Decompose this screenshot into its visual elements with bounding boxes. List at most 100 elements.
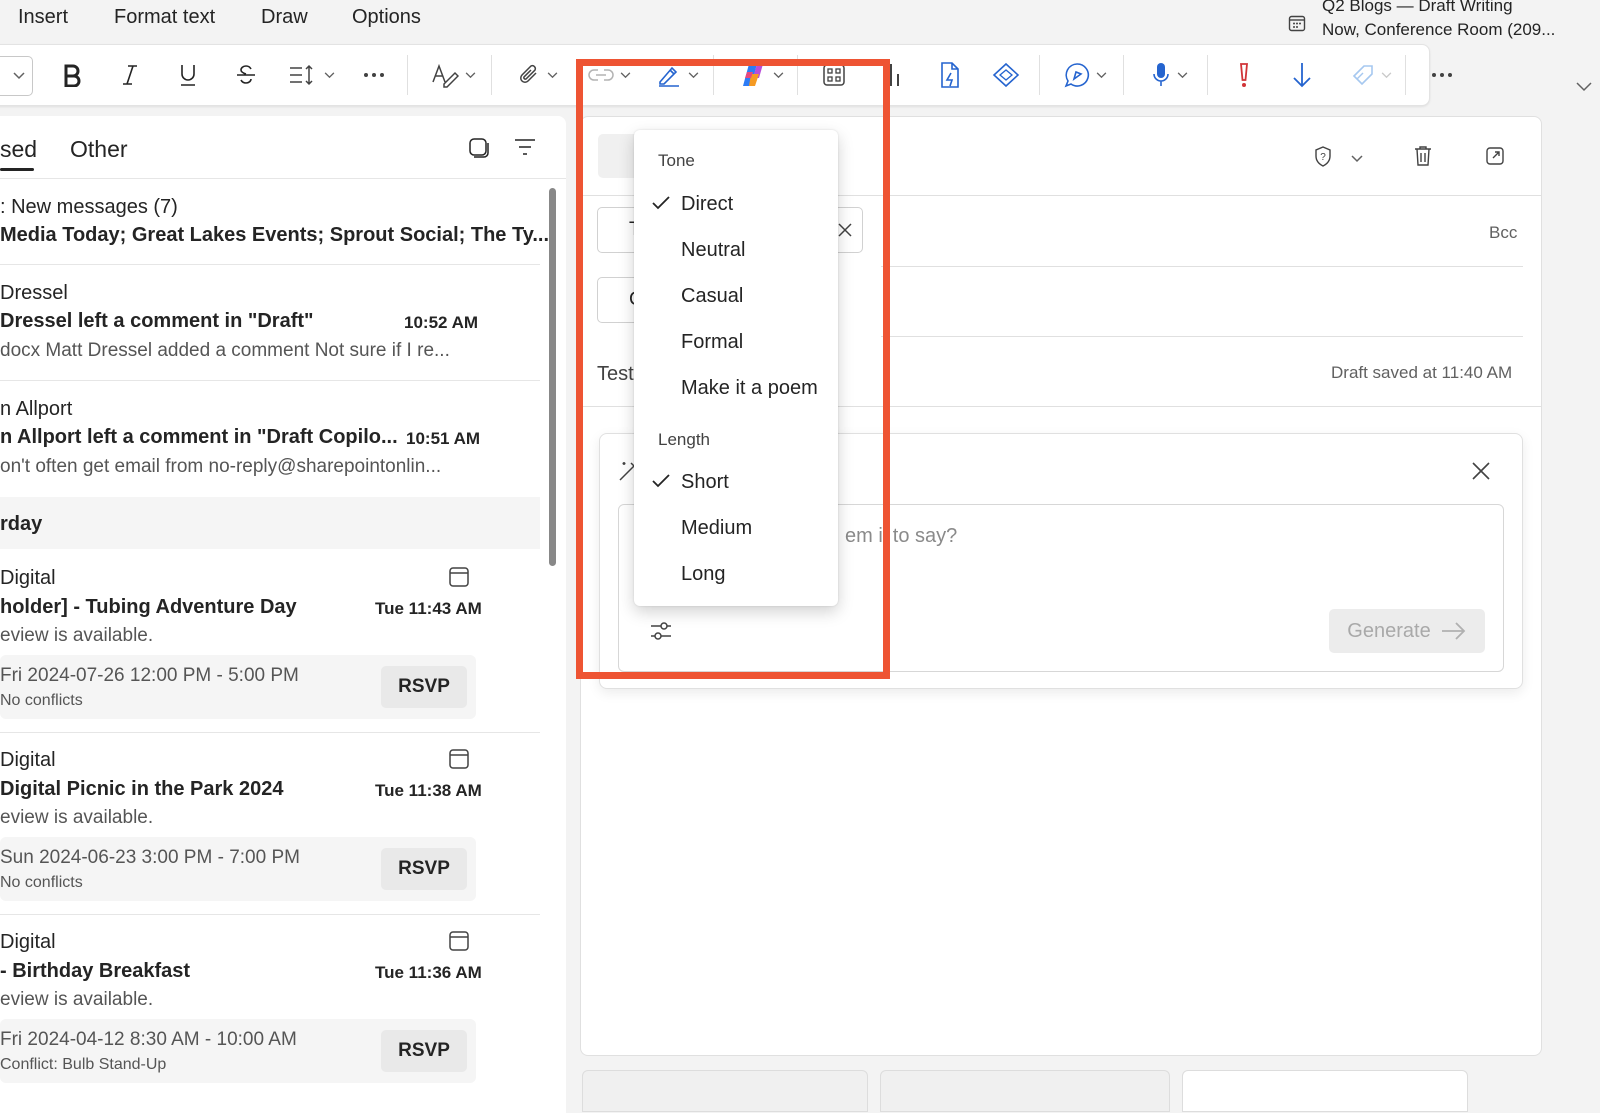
ribbon-divider xyxy=(491,55,492,95)
editor-button[interactable] xyxy=(427,59,479,91)
tone-header: Tone xyxy=(658,151,695,170)
length-option-long[interactable]: Long xyxy=(634,553,838,597)
low-importance-button[interactable] xyxy=(1287,59,1317,91)
tone-option-poem[interactable]: Make it a poem xyxy=(634,367,838,411)
message-time: 10:51 AM xyxy=(406,429,481,448)
list-item[interactable]: Dressel Dressel left a comment in "Draft… xyxy=(0,265,540,381)
signature-button[interactable] xyxy=(651,59,703,91)
viva-button[interactable] xyxy=(991,59,1021,91)
tone-option-label: Formal xyxy=(681,331,744,353)
font-size-dropdown[interactable] xyxy=(0,56,33,96)
event-time: Sun 2024-06-23 3:00 PM - 7:00 PM xyxy=(0,847,300,868)
copilot-icon xyxy=(742,64,763,86)
document-lightning-icon xyxy=(941,62,959,88)
chevron-down-icon xyxy=(620,71,630,78)
insert-link-button[interactable] xyxy=(583,59,635,91)
poll-button[interactable] xyxy=(877,59,907,91)
close-icon[interactable] xyxy=(1472,462,1490,480)
shield-icon[interactable]: ? xyxy=(1313,145,1333,167)
italic-button[interactable] xyxy=(115,59,145,91)
tone-option-direct[interactable]: Direct xyxy=(634,183,838,227)
rsvp-button[interactable]: RSVP xyxy=(381,848,467,890)
more-format-button[interactable] xyxy=(359,59,389,91)
message-sender: n Allport xyxy=(0,398,73,420)
underline-icon xyxy=(181,65,195,86)
message-preview: eview is available. xyxy=(0,625,154,646)
tab-other[interactable]: Other xyxy=(70,136,128,163)
signature-pen-icon xyxy=(658,66,679,87)
select-mode-icon[interactable] xyxy=(468,137,490,159)
menu-format-text[interactable]: Format text xyxy=(114,6,215,29)
message-sender: Digital xyxy=(0,931,56,953)
list-item[interactable]: : New messages (7) Media Today; Great La… xyxy=(0,179,549,265)
attach-file-button[interactable] xyxy=(511,59,563,91)
calendar-event-icon xyxy=(449,567,469,587)
scrollbar[interactable] xyxy=(549,188,556,566)
length-option-short[interactable]: Short xyxy=(634,461,838,505)
tone-length-menu: Tone Direct Neutral Casual Formal Make i… xyxy=(634,130,838,606)
filter-icon[interactable] xyxy=(514,138,536,156)
loop-component-button[interactable] xyxy=(935,59,965,91)
chevron-down-icon xyxy=(1381,71,1391,78)
menu-options[interactable]: Options xyxy=(352,6,421,29)
tone-option-neutral[interactable]: Neutral xyxy=(634,229,838,273)
message-preview: on't often get email from no-reply@share… xyxy=(0,456,442,477)
length-option-medium[interactable]: Medium xyxy=(634,507,838,551)
tone-option-label: Casual xyxy=(681,285,744,307)
strikethrough-button[interactable] xyxy=(231,59,261,91)
rsvp-button[interactable]: RSVP xyxy=(381,1030,467,1072)
tab-focused[interactable]: sed xyxy=(0,136,37,163)
adjust-sliders-icon[interactable] xyxy=(649,619,673,643)
more-options-button[interactable] xyxy=(1427,59,1457,91)
list-item[interactable]: Digital holder] - Tubing Adventure Day T… xyxy=(0,551,540,733)
viva-diamond-icon xyxy=(992,62,1020,88)
rsvp-button[interactable]: RSVP xyxy=(381,666,467,708)
delete-icon[interactable] xyxy=(1413,145,1433,167)
message-preview: eview is available. xyxy=(0,989,154,1010)
event-time: Fri 2024-07-26 12:00 PM - 5:00 PM xyxy=(0,665,299,686)
generate-button[interactable]: Generate xyxy=(1329,609,1485,653)
tone-option-label: Make it a poem xyxy=(681,377,818,399)
sensitivity-button[interactable] xyxy=(1345,59,1397,91)
list-item[interactable]: Digital Digital Picnic in the Park 2024 … xyxy=(0,733,540,915)
chevron-down-icon[interactable] xyxy=(1576,82,1592,92)
menu-draw[interactable]: Draw xyxy=(261,6,308,29)
menu-insert[interactable]: Insert xyxy=(18,6,68,29)
chevron-down-icon[interactable] xyxy=(1351,155,1363,163)
high-importance-button[interactable] xyxy=(1229,59,1259,91)
subject-field[interactable]: Test xyxy=(597,363,634,386)
chat-bubble-icon xyxy=(1064,63,1089,88)
event-conflict: Conflict: Bulb Stand-Up xyxy=(0,1056,167,1073)
checkmark-icon xyxy=(652,196,670,210)
arrow-right-icon xyxy=(1441,622,1465,640)
bottom-tab[interactable] xyxy=(582,1070,868,1112)
paragraph-spacing-button[interactable] xyxy=(285,59,337,91)
pop-out-icon[interactable] xyxy=(1485,146,1505,166)
close-icon[interactable] xyxy=(838,223,852,237)
list-item[interactable]: n Allport n Allport left a comment in "D… xyxy=(0,381,540,497)
bold-button[interactable] xyxy=(57,59,87,91)
chevron-down-icon xyxy=(465,71,475,78)
bottom-tab-active[interactable] xyxy=(1182,1070,1468,1112)
chevron-down-icon xyxy=(1096,71,1106,78)
copilot-button[interactable] xyxy=(735,59,787,91)
line-spacing-icon xyxy=(289,64,313,86)
bottom-tab[interactable] xyxy=(880,1070,1170,1112)
tone-option-formal[interactable]: Formal xyxy=(634,321,838,365)
immersive-reader-button[interactable] xyxy=(1059,59,1111,91)
arrow-down-icon xyxy=(1293,63,1311,88)
meeting-title: Q2 Blogs — Draft Writing xyxy=(1322,0,1513,15)
apps-button[interactable] xyxy=(819,59,849,91)
message-time: Tue 11:38 AM xyxy=(375,781,482,800)
apps-grid-icon xyxy=(823,64,845,86)
bcc-button[interactable]: Bcc xyxy=(1489,223,1517,243)
message-time: Tue 11:43 AM xyxy=(375,599,482,618)
tone-option-casual[interactable]: Casual xyxy=(634,275,838,319)
length-header: Length xyxy=(658,430,710,449)
underline-button[interactable] xyxy=(173,59,203,91)
exclamation-icon xyxy=(1240,63,1248,87)
event-conflict: No conflicts xyxy=(0,874,83,891)
list-item[interactable]: Digital - Birthday Breakfast Tue 11:36 A… xyxy=(0,915,540,1097)
dictate-button[interactable] xyxy=(1143,59,1195,91)
message-subject: n Allport left a comment in "Draft Copil… xyxy=(0,426,398,448)
